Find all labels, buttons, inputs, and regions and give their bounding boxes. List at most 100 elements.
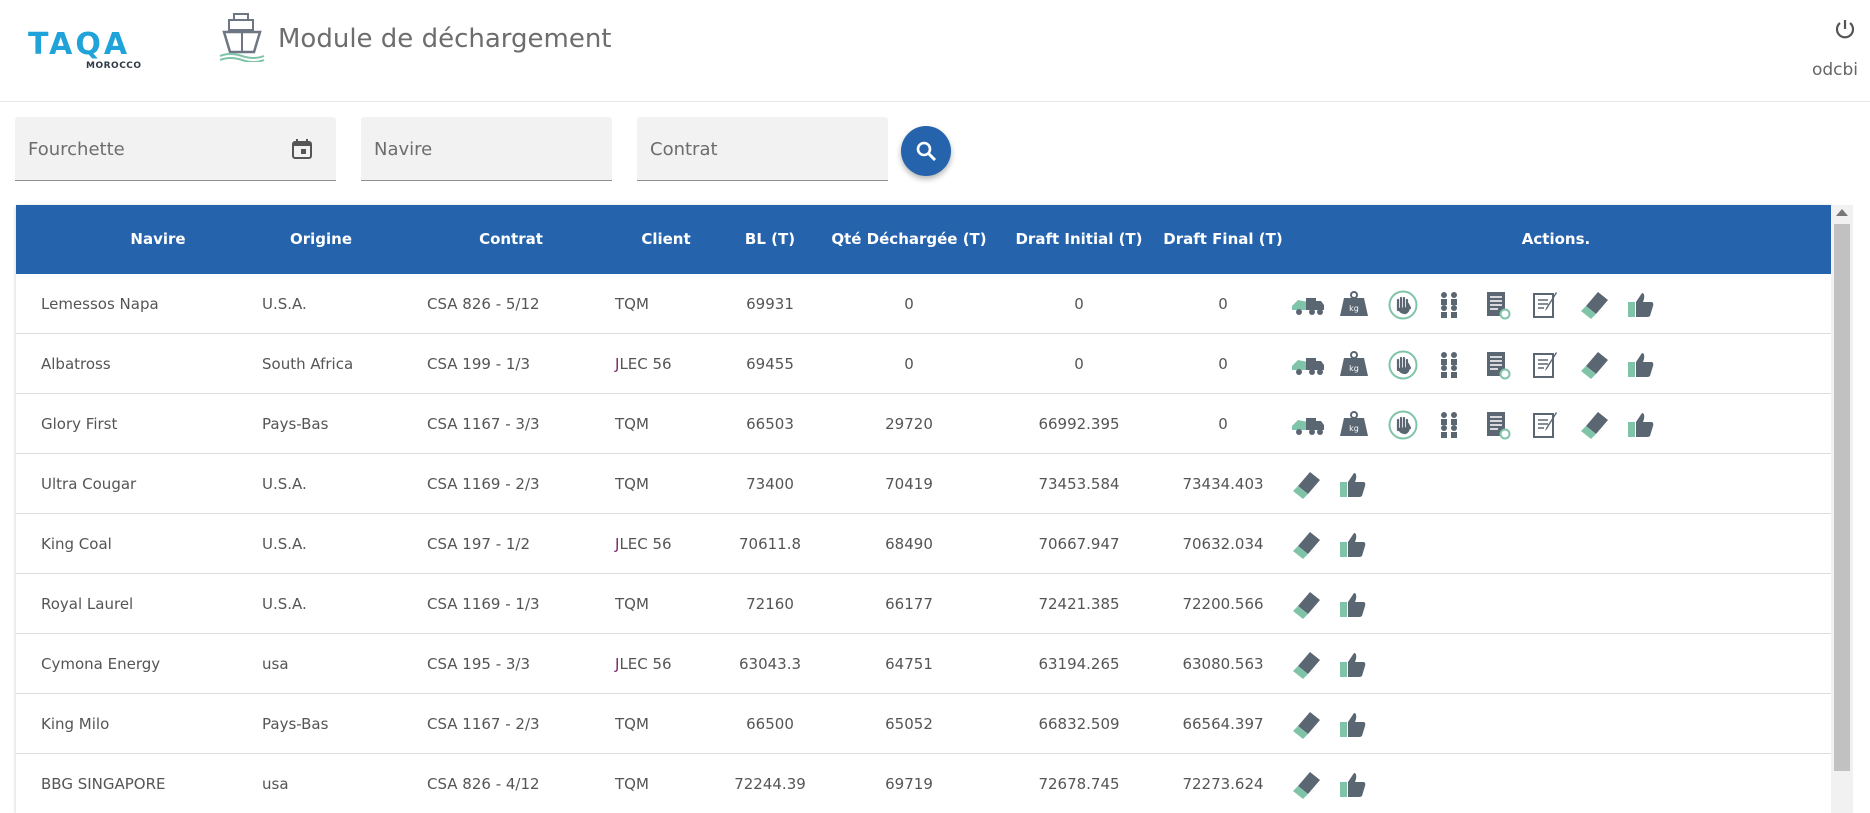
cell-client: TQM <box>615 415 649 433</box>
weight-icon[interactable]: kg <box>1331 408 1379 440</box>
cell-contrat: CSA 1169 - 1/3 <box>427 595 540 613</box>
truck-icon[interactable] <box>1283 348 1331 380</box>
header-client[interactable]: Client <box>606 205 726 274</box>
truck-icon[interactable] <box>1283 288 1331 320</box>
eraser-icon[interactable] <box>1283 588 1331 620</box>
row-actions <box>1283 768 1379 800</box>
contrat-placeholder: Contrat <box>650 139 718 160</box>
eraser-icon[interactable] <box>1283 528 1331 560</box>
cell-client: TQM <box>615 475 649 493</box>
table-row[interactable]: BBG SINGAPORE usa CSA 826 - 4/12 TQM 72244.3… <box>16 754 1831 813</box>
username: odcbi <box>1811 60 1858 80</box>
cell-origine: U.S.A. <box>262 595 307 613</box>
eraser-icon[interactable] <box>1283 648 1331 680</box>
table-row[interactable]: King Coal U.S.A. CSA 197 - 1/2 JLEC 56 70611… <box>16 514 1831 574</box>
logo-text: TAQA <box>28 27 131 62</box>
edit-note-icon[interactable] <box>1523 288 1571 320</box>
date-range-field[interactable]: Fourchette <box>15 117 336 181</box>
search-button[interactable] <box>901 126 951 176</box>
hand-stop-icon[interactable] <box>1379 288 1427 320</box>
table-row[interactable]: Cymona Energy usa CSA 195 - 3/3 JLEC 56 6304… <box>16 634 1831 694</box>
thumbs-up-icon[interactable] <box>1331 468 1379 500</box>
cell-qte: 70419 <box>885 475 933 493</box>
eraser-icon[interactable] <box>1571 348 1619 380</box>
power-icon[interactable] <box>1834 18 1856 40</box>
thumbs-up-icon[interactable] <box>1619 348 1667 380</box>
cell-qte: 0 <box>904 355 914 373</box>
edit-note-icon[interactable] <box>1523 408 1571 440</box>
thumbs-up-icon[interactable] <box>1331 648 1379 680</box>
date-range-placeholder: Fourchette <box>28 139 125 160</box>
row-actions <box>1283 468 1379 500</box>
eraser-icon[interactable] <box>1283 768 1331 800</box>
table-row[interactable]: King Milo Pays-Bas CSA 1167 - 2/3 TQM 66500 6… <box>16 694 1831 754</box>
header-qte-dechargee[interactable]: Qté Déchargée (T) <box>824 205 994 274</box>
cell-navire: Lemessos Napa <box>41 295 159 313</box>
cell-bl: 73400 <box>746 475 794 493</box>
row-actions: kg <box>1283 348 1667 380</box>
header-origine[interactable]: Origine <box>246 205 396 274</box>
eraser-icon[interactable] <box>1283 468 1331 500</box>
header-draft-final[interactable]: Draft Final (T) <box>1138 205 1308 274</box>
weight-icon[interactable]: kg <box>1331 348 1379 380</box>
eraser-icon[interactable] <box>1571 288 1619 320</box>
cell-client: TQM <box>615 295 649 313</box>
header-contrat[interactable]: Contrat <box>421 205 601 274</box>
cell-bl: 72160 <box>746 595 794 613</box>
contrat-field[interactable]: Contrat <box>637 117 888 181</box>
header-navire[interactable]: Navire <box>53 205 263 274</box>
cell-bl: 66500 <box>746 715 794 733</box>
table-row[interactable]: Lemessos Napa U.S.A. CSA 826 - 5/12 TQM 6993… <box>16 274 1831 334</box>
team-icon[interactable] <box>1427 288 1475 320</box>
table-row[interactable]: Ultra Cougar U.S.A. CSA 1169 - 2/3 TQM 73400… <box>16 454 1831 514</box>
hand-stop-icon[interactable] <box>1379 348 1427 380</box>
taqa-logo: TAQA MOROCCO <box>28 28 152 72</box>
cell-contrat: CSA 1167 - 3/3 <box>427 415 540 433</box>
truck-icon[interactable] <box>1283 408 1331 440</box>
table-row[interactable]: Albatross South Africa CSA 199 - 1/3 JLEC 5… <box>16 334 1831 394</box>
report-icon[interactable] <box>1475 288 1523 320</box>
cell-qte: 64751 <box>885 655 933 673</box>
edit-note-icon[interactable] <box>1523 348 1571 380</box>
cell-bl: 72244.39 <box>734 775 806 793</box>
thumbs-up-icon[interactable] <box>1331 528 1379 560</box>
thumbs-up-icon[interactable] <box>1331 588 1379 620</box>
cell-contrat: CSA 195 - 3/3 <box>427 655 531 673</box>
calendar-icon[interactable] <box>290 137 314 161</box>
svg-text:kg: kg <box>1349 304 1359 313</box>
thumbs-up-icon[interactable] <box>1331 708 1379 740</box>
thumbs-up-icon[interactable] <box>1619 408 1667 440</box>
cell-navire: Glory First <box>41 415 118 433</box>
scroll-up-arrow-icon[interactable] <box>1836 209 1848 216</box>
cell-client: JLEC 56 <box>615 535 672 553</box>
cell-navire: King Coal <box>41 535 112 553</box>
team-icon[interactable] <box>1427 408 1475 440</box>
cell-navire: BBG SINGAPORE <box>41 775 166 793</box>
table-row[interactable]: Glory First Pays-Bas CSA 1167 - 3/3 TQM 6650… <box>16 394 1831 454</box>
table-row[interactable]: Royal Laurel U.S.A. CSA 1169 - 1/3 TQM 72160… <box>16 574 1831 634</box>
thumbs-up-icon[interactable] <box>1331 768 1379 800</box>
cell-origine: Pays-Bas <box>262 715 329 733</box>
thumbs-up-icon[interactable] <box>1619 288 1667 320</box>
eraser-icon[interactable] <box>1571 408 1619 440</box>
cell-origine: U.S.A. <box>262 475 307 493</box>
eraser-icon[interactable] <box>1283 708 1331 740</box>
page-title: Module de déchargement <box>278 24 612 54</box>
cell-origine: usa <box>262 655 289 673</box>
search-icon <box>916 141 937 162</box>
weight-icon[interactable]: kg <box>1331 288 1379 320</box>
hand-stop-icon[interactable] <box>1379 408 1427 440</box>
cell-contrat: CSA 826 - 5/12 <box>427 295 540 313</box>
navire-field[interactable]: Navire <box>361 117 612 181</box>
report-icon[interactable] <box>1475 408 1523 440</box>
header-bl[interactable]: BL (T) <box>710 205 830 274</box>
report-icon[interactable] <box>1475 348 1523 380</box>
team-icon[interactable] <box>1427 348 1475 380</box>
cell-qte: 69719 <box>885 775 933 793</box>
scroll-thumb[interactable] <box>1834 224 1850 771</box>
cell-client: TQM <box>615 715 649 733</box>
cell-navire: Ultra Cougar <box>41 475 137 493</box>
vertical-scrollbar[interactable] <box>1831 205 1853 813</box>
cell-contrat: CSA 1167 - 2/3 <box>427 715 540 733</box>
navire-placeholder: Navire <box>374 139 433 160</box>
